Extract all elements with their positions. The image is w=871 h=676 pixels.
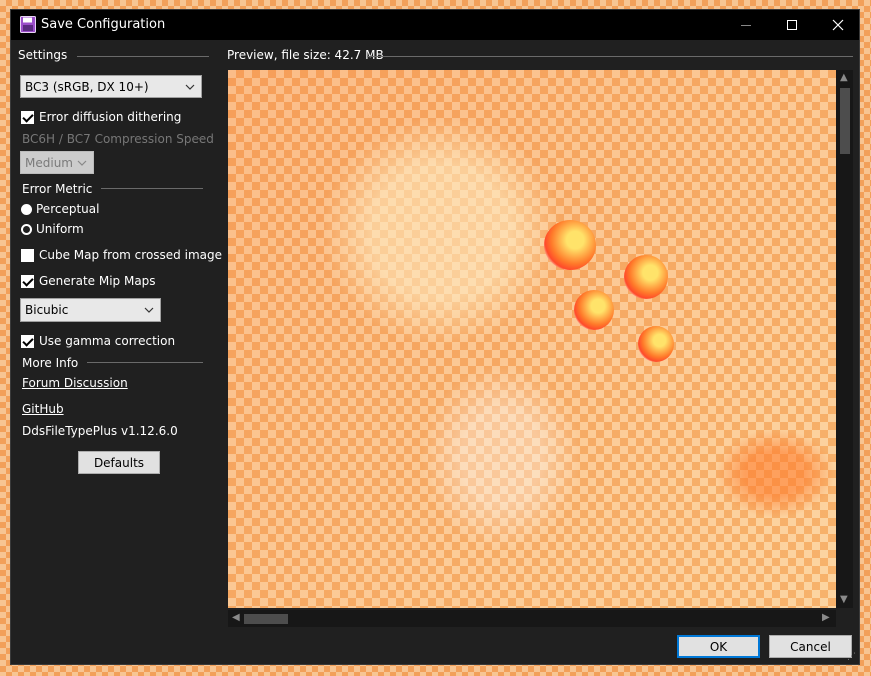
scroll-down-icon[interactable]: ▼ bbox=[840, 594, 848, 605]
cube-map-label: Cube Map from crossed image bbox=[39, 248, 222, 262]
scroll-right-icon[interactable]: ▶ bbox=[822, 612, 830, 623]
mip-maps-checkbox[interactable] bbox=[21, 274, 34, 288]
title-bar[interactable]: Save Configuration bbox=[11, 10, 859, 40]
chevron-down-icon bbox=[185, 84, 195, 90]
mip-maps-label: Generate Mip Maps bbox=[39, 274, 156, 288]
github-link[interactable]: GitHub bbox=[22, 402, 64, 416]
more-info-divider bbox=[87, 362, 203, 363]
scroll-up-icon[interactable]: ▲ bbox=[840, 72, 848, 83]
compression-speed-dropdown: Medium bbox=[20, 151, 94, 174]
chevron-down-icon bbox=[144, 307, 154, 313]
close-icon bbox=[832, 19, 844, 31]
format-dropdown[interactable]: BC3 (sRGB, DX 10+) bbox=[20, 75, 202, 98]
preview-horizontal-scrollbar[interactable]: ◀ ▶ bbox=[228, 610, 836, 627]
cancel-button[interactable]: Cancel bbox=[769, 635, 852, 658]
resize-grip-icon[interactable]: ⋰ bbox=[847, 652, 857, 662]
preview-vertical-scrollbar[interactable]: ▲ ▼ bbox=[836, 70, 853, 608]
window-title: Save Configuration bbox=[41, 17, 166, 32]
uniform-radio[interactable] bbox=[21, 223, 32, 235]
bc-speed-row: BC6H / BC7 Compression Speed bbox=[22, 132, 214, 146]
cube-map-option[interactable]: Cube Map from crossed image bbox=[21, 248, 222, 262]
maximize-button[interactable] bbox=[769, 10, 815, 40]
mip-maps-option[interactable]: Generate Mip Maps bbox=[21, 274, 156, 288]
scroll-left-icon[interactable]: ◀ bbox=[232, 612, 240, 623]
error-diffusion-checkbox[interactable] bbox=[21, 110, 34, 124]
bc-speed-divider bbox=[197, 138, 203, 139]
compression-speed-value: Medium bbox=[25, 156, 73, 170]
cube-map-checkbox[interactable] bbox=[21, 248, 34, 262]
error-diffusion-label: Error diffusion dithering bbox=[39, 110, 182, 124]
save-configuration-dialog: Save Configuration Settings BC3 (sRGB, D… bbox=[10, 9, 860, 665]
preview-droplet bbox=[638, 326, 674, 362]
ok-button[interactable]: OK bbox=[677, 635, 760, 658]
preview-droplet bbox=[624, 255, 668, 299]
more-info-label: More Info bbox=[22, 356, 79, 370]
minimize-button[interactable] bbox=[723, 10, 769, 40]
forum-discussion-link[interactable]: Forum Discussion bbox=[22, 376, 128, 390]
minimize-icon bbox=[741, 24, 751, 26]
preview-divider bbox=[367, 56, 853, 57]
settings-divider bbox=[77, 56, 209, 57]
maximize-icon bbox=[787, 20, 797, 30]
texture-preview[interactable] bbox=[228, 70, 836, 608]
bc-speed-label: BC6H / BC7 Compression Speed bbox=[22, 132, 214, 146]
preview-droplet bbox=[574, 290, 614, 330]
chevron-down-icon bbox=[77, 160, 87, 166]
version-label: DdsFileTypePlus v1.12.6.0 bbox=[22, 424, 178, 438]
mip-filter-dropdown[interactable]: Bicubic bbox=[20, 298, 161, 322]
settings-heading: Settings bbox=[18, 48, 68, 62]
defaults-button[interactable]: Defaults bbox=[78, 451, 160, 474]
vertical-scroll-thumb[interactable] bbox=[840, 88, 850, 154]
uniform-option[interactable]: Uniform bbox=[21, 222, 84, 236]
gamma-option[interactable]: Use gamma correction bbox=[21, 334, 175, 348]
gamma-checkbox[interactable] bbox=[21, 334, 34, 348]
gamma-label: Use gamma correction bbox=[39, 334, 176, 348]
close-button[interactable] bbox=[815, 10, 861, 40]
perceptual-label: Perceptual bbox=[36, 202, 100, 216]
horizontal-scroll-thumb[interactable] bbox=[244, 614, 288, 624]
error-metric-label: Error Metric bbox=[22, 182, 93, 196]
format-dropdown-value: BC3 (sRGB, DX 10+) bbox=[25, 80, 149, 94]
error-metric-divider bbox=[101, 188, 203, 189]
uniform-label: Uniform bbox=[36, 222, 84, 236]
error-diffusion-option[interactable]: Error diffusion dithering bbox=[21, 110, 181, 124]
mip-filter-value: Bicubic bbox=[25, 303, 69, 317]
perceptual-option[interactable]: Perceptual bbox=[21, 202, 99, 216]
floppy-disk-icon bbox=[20, 16, 36, 33]
preview-droplet bbox=[544, 220, 596, 270]
preview-heading: Preview, file size: 42.7 MB bbox=[227, 48, 384, 62]
perceptual-radio[interactable] bbox=[21, 203, 32, 215]
